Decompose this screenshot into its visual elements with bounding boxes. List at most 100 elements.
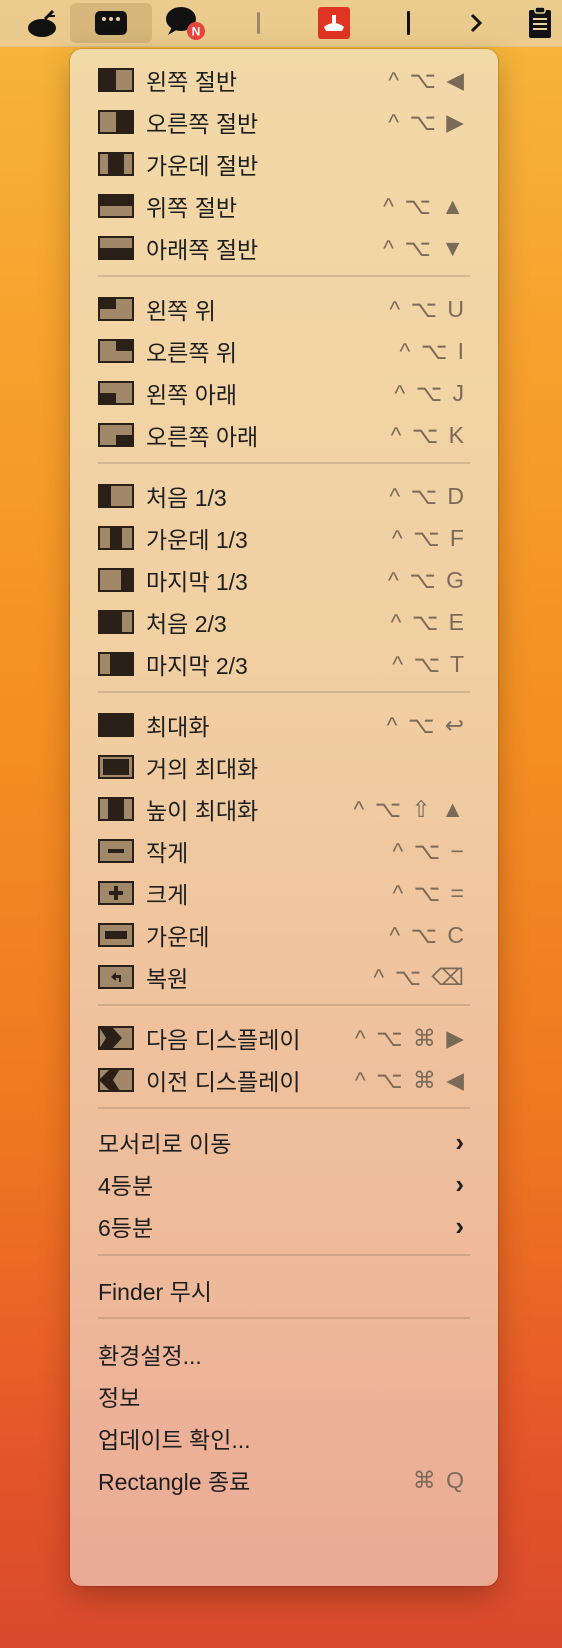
menu-item-last-two-thirds[interactable]: 마지막 2/3 ^ ⌥ T: [70, 642, 498, 686]
clipboard-icon[interactable]: [524, 0, 556, 46]
menu-item-label: 환경설정...: [98, 1343, 202, 1369]
menu-item-left-half[interactable]: 왼쪽 절반 ^ ⌥ ◀: [70, 58, 498, 102]
menu-item-label: 오른쪽 절반: [146, 111, 259, 137]
bottom-right-icon: [98, 423, 134, 447]
smaller-icon: [98, 839, 134, 863]
restore-icon: [98, 965, 134, 989]
app-status-icon[interactable]: [22, 0, 62, 46]
menu-item-shortcut: ^ ⌥ ◀: [388, 66, 466, 93]
menu-item-shortcut: ^ ⌥ U: [389, 295, 466, 322]
menu-item-label: 가운데 절반: [146, 153, 259, 179]
screen-menu-icon[interactable]: [314, 0, 354, 46]
menu-item-label: 6등분: [98, 1215, 154, 1241]
menu-item-center-half[interactable]: 가운데 절반: [70, 142, 498, 186]
menu-item-bottom-right[interactable]: 오른쪽 아래 ^ ⌥ K: [70, 413, 498, 457]
menu-item-label: 정보: [98, 1385, 141, 1411]
menu-item-label: 가운데 1/3: [146, 527, 248, 553]
menu-item-larger[interactable]: 크게 ^ ⌥ =: [70, 871, 498, 915]
menu-item-about[interactable]: 정보: [70, 1374, 498, 1418]
menu-separator: [98, 1107, 470, 1109]
chevron-right-icon: ›: [455, 1168, 464, 1199]
menu-item-label: 처음 1/3: [146, 485, 227, 511]
menu-item-shortcut: ^ ⌥ J: [394, 379, 466, 406]
text-cursor-icon[interactable]: [398, 0, 418, 46]
menu-item-preferences[interactable]: 환경설정...: [70, 1332, 498, 1376]
menu-item-quit[interactable]: Rectangle 종료 ⌘ Q: [70, 1458, 498, 1502]
menu-item-label: 높이 최대화: [146, 798, 259, 824]
menu-item-label: 업데이트 확인...: [98, 1427, 251, 1453]
menu-item-right-half[interactable]: 오른쪽 절반 ^ ⌥ ▶: [70, 100, 498, 144]
menu-item-label: 왼쪽 위: [146, 298, 216, 324]
menu-item-top-left[interactable]: 왼쪽 위 ^ ⌥ U: [70, 287, 498, 331]
menu-item-label: 모서리로 이동: [98, 1131, 232, 1157]
menu-item-shortcut: ^ ⌥ −: [392, 837, 466, 864]
center-half-icon: [98, 152, 134, 176]
menu-item-shortcut: ^ ⌥ C: [389, 921, 466, 948]
menu-item-smaller[interactable]: 작게 ^ ⌥ −: [70, 829, 498, 873]
menu-item-center[interactable]: 가운데 ^ ⌥ C: [70, 913, 498, 957]
right-half-icon: [98, 110, 134, 134]
menu-item-label: Finder 무시: [98, 1279, 212, 1305]
chevron-right-icon[interactable]: [464, 0, 488, 46]
rectangle-dropdown-menu: 왼쪽 절반 ^ ⌥ ◀ 오른쪽 절반 ^ ⌥ ▶ 가운데 절반 위쪽 절반 ^ …: [70, 49, 498, 1586]
menu-item-label: 마지막 1/3: [146, 569, 248, 595]
menu-item-label: 오른쪽 아래: [146, 424, 259, 450]
menu-item-shortcut: ^ ⌥ F: [391, 524, 466, 551]
menu-item-next-display[interactable]: 다음 디스플레이 ^ ⌥ ⌘ ▶: [70, 1016, 498, 1060]
menu-item-almost-maximize[interactable]: 거의 최대화: [70, 745, 498, 789]
menu-item-label: 가운데: [146, 924, 210, 950]
menu-item-label: Rectangle 종료: [98, 1469, 251, 1495]
menu-item-label: 작게: [146, 840, 189, 866]
screenshot-app-icon: [318, 7, 350, 39]
chat-menu-icon[interactable]: N: [162, 0, 210, 46]
chat-bubble-icon: N: [166, 7, 205, 40]
menu-item-label: 크게: [146, 882, 189, 908]
menu-item-ignore-finder[interactable]: Finder 무시: [70, 1268, 498, 1312]
left-half-icon: [98, 68, 134, 92]
menu-item-first-third[interactable]: 처음 1/3 ^ ⌥ D: [70, 474, 498, 518]
menu-item-top-right[interactable]: 오른쪽 위 ^ ⌥ I: [70, 329, 498, 373]
previous-display-icon: [98, 1068, 134, 1092]
last-third-icon: [98, 568, 134, 592]
menu-item-move-to-edge[interactable]: 모서리로 이동 ›: [70, 1120, 498, 1164]
menu-separator: [98, 1004, 470, 1006]
menu-item-fourths[interactable]: 4등분 ›: [70, 1162, 498, 1206]
menu-item-maximize-height[interactable]: 높이 최대화 ^ ⌥ ⇧ ▲: [70, 787, 498, 831]
menu-item-label: 처음 2/3: [146, 611, 227, 637]
menu-item-label: 왼쪽 절반: [146, 69, 238, 95]
menu-item-shortcut: ^ ⌥ ↩: [386, 711, 466, 738]
menu-item-check-updates[interactable]: 업데이트 확인...: [70, 1416, 498, 1460]
menu-item-shortcut: ^ ⌥ ⇧ ▲: [353, 795, 466, 822]
chevron-right-icon: ›: [455, 1210, 464, 1241]
menu-item-restore[interactable]: 복원 ^ ⌥ ⌫: [70, 955, 498, 999]
menu-item-sixths[interactable]: 6등분 ›: [70, 1204, 498, 1248]
menu-item-label: 이전 디스플레이: [146, 1069, 301, 1095]
window-icon: [95, 11, 127, 35]
last-two-thirds-icon: [98, 652, 134, 676]
menu-separator: [98, 691, 470, 693]
menu-item-label: 최대화: [146, 714, 210, 740]
menu-item-shortcut: ^ ⌥ ⌘ ◀: [354, 1066, 466, 1093]
next-display-icon: [98, 1026, 134, 1050]
maximize-icon: [98, 713, 134, 737]
menu-item-label: 왼쪽 아래: [146, 382, 238, 408]
menu-item-previous-display[interactable]: 이전 디스플레이 ^ ⌥ ⌘ ◀: [70, 1058, 498, 1102]
menu-item-shortcut: ^ ⌥ G: [388, 566, 466, 593]
chat-badge: N: [192, 25, 201, 39]
top-right-icon: [98, 339, 134, 363]
almost-maximize-icon: [98, 755, 134, 779]
first-third-icon: [98, 484, 134, 508]
menu-item-shortcut: ^ ⌥ =: [392, 879, 466, 906]
menu-item-first-two-thirds[interactable]: 처음 2/3 ^ ⌥ E: [70, 600, 498, 644]
menu-item-bottom-left[interactable]: 왼쪽 아래 ^ ⌥ J: [70, 371, 498, 415]
menu-item-label: 4등분: [98, 1173, 154, 1199]
menu-item-shortcut: ^ ⌥ ⌘ ▶: [354, 1024, 466, 1051]
menu-item-top-half[interactable]: 위쪽 절반 ^ ⌥ ▲: [70, 184, 498, 228]
menu-item-last-third[interactable]: 마지막 1/3 ^ ⌥ G: [70, 558, 498, 602]
menu-item-bottom-half[interactable]: 아래쪽 절반 ^ ⌥ ▼: [70, 226, 498, 270]
maximize-height-icon: [98, 797, 134, 821]
menu-item-center-third[interactable]: 가운데 1/3 ^ ⌥ F: [70, 516, 498, 560]
menu-item-maximize[interactable]: 최대화 ^ ⌥ ↩: [70, 703, 498, 747]
rectangle-menu-icon[interactable]: [70, 3, 152, 43]
menu-item-shortcut: ^ ⌥ ⌫: [373, 963, 466, 990]
